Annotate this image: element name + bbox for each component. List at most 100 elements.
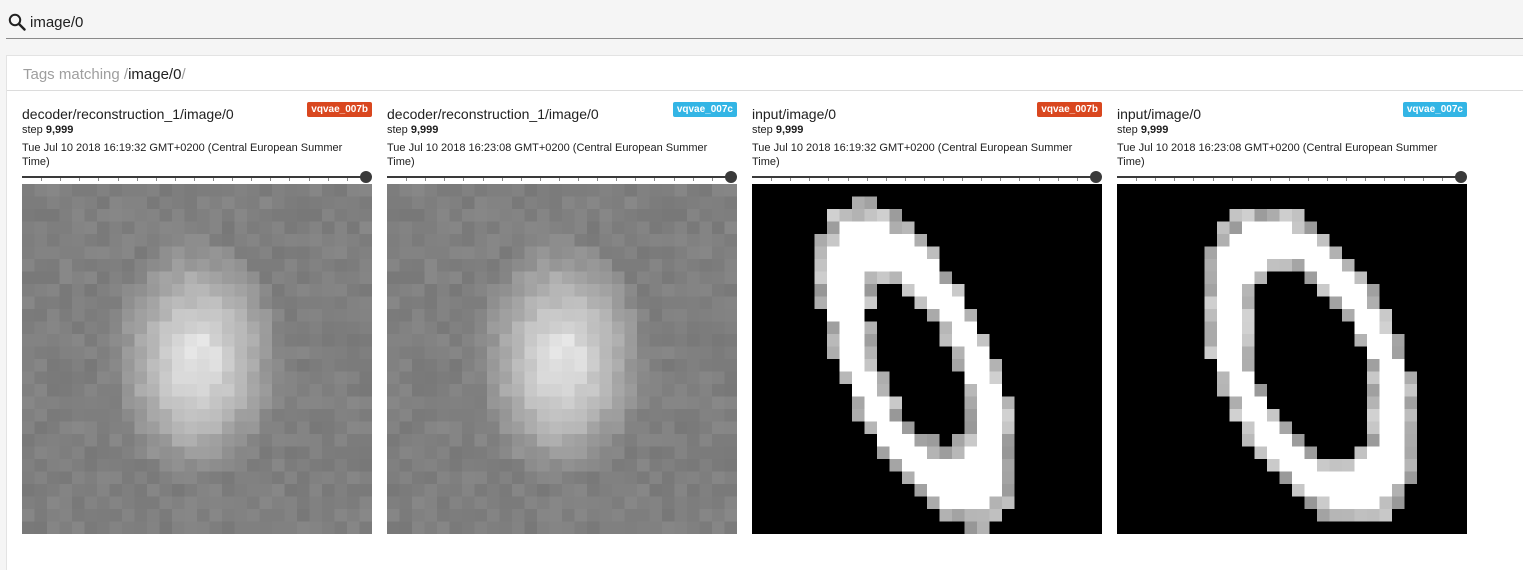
image-pixel	[612, 446, 625, 460]
image-pixel	[1267, 284, 1280, 297]
image-pixel	[234, 309, 248, 322]
image-pixel	[222, 359, 235, 372]
image-pixel	[549, 496, 563, 510]
image-pixel	[839, 509, 853, 522]
image-pixel	[284, 509, 298, 522]
image-pixel	[877, 271, 890, 285]
image-canvas[interactable]	[22, 184, 372, 534]
image-pixel	[752, 296, 765, 310]
image-pixel	[864, 321, 878, 335]
image-pixel	[877, 246, 890, 260]
search-icon[interactable]	[8, 13, 26, 31]
image-pixel	[1392, 221, 1405, 235]
image-pixel	[487, 421, 500, 435]
image-pixel	[939, 434, 953, 447]
image-pixel	[1002, 246, 1015, 260]
image-pixel	[462, 396, 475, 410]
image-pixel	[1429, 509, 1443, 522]
image-pixel	[122, 221, 135, 235]
image-pixel	[624, 509, 638, 522]
image-pixel	[1217, 434, 1230, 447]
tag-group-header[interactable]: Tags matching /image/0/	[7, 55, 1523, 91]
image-pixel	[537, 259, 550, 272]
image-pixel	[424, 221, 438, 235]
image-pixel	[234, 184, 248, 197]
slider-knob[interactable]	[360, 171, 372, 183]
image-pixel	[272, 521, 285, 534]
image-pixel	[827, 434, 840, 447]
slider-knob[interactable]	[1090, 171, 1102, 183]
slider-knob[interactable]	[1455, 171, 1467, 183]
image-pixel	[662, 321, 675, 335]
image-pixel	[1392, 471, 1405, 485]
image-pixel	[989, 334, 1003, 347]
image-pixel	[1292, 334, 1305, 347]
image-pixel	[222, 471, 235, 485]
image-pixel	[272, 446, 285, 460]
step-slider[interactable]	[752, 170, 1102, 184]
image-pixel	[222, 196, 235, 210]
image-pixel	[97, 384, 110, 397]
step-value: 9,999	[410, 124, 439, 136]
image-pixel	[1354, 346, 1368, 360]
image-pixel	[1142, 284, 1155, 297]
image-pixel	[1117, 384, 1130, 397]
image-pixel	[399, 309, 413, 322]
image-pixel	[574, 209, 588, 222]
image-pixel	[599, 259, 613, 272]
search-input[interactable]	[30, 10, 630, 34]
image-pixel	[1404, 496, 1418, 510]
image-pixel	[512, 346, 525, 360]
image-pixel	[1027, 496, 1040, 510]
step-slider[interactable]	[22, 170, 372, 184]
image-pixel	[1354, 271, 1368, 285]
image-pixel	[234, 284, 248, 297]
image-pixel	[1154, 296, 1168, 310]
image-pixel	[549, 234, 563, 247]
image-pixel	[209, 321, 223, 335]
image-pixel	[964, 421, 978, 435]
image-pixel	[1417, 384, 1430, 397]
image-pixel	[297, 471, 310, 485]
image-pixel	[914, 359, 928, 372]
image-pixel	[97, 396, 110, 410]
image-pixel	[1367, 309, 1380, 322]
slider-knob[interactable]	[725, 171, 737, 183]
image-pixel	[587, 309, 600, 322]
image-pixel	[172, 234, 185, 247]
image-pixel	[59, 209, 73, 222]
image-pixel	[599, 371, 613, 385]
image-pixel	[109, 521, 123, 534]
image-pixel	[827, 509, 840, 522]
image-pixel	[1217, 221, 1230, 235]
image-pixel	[777, 271, 790, 285]
image-pixel	[964, 384, 978, 397]
image-canvas[interactable]	[1117, 184, 1467, 534]
image-pixel	[437, 496, 450, 510]
image-pixel	[1254, 509, 1268, 522]
image-pixel	[537, 471, 550, 485]
image-pixel	[952, 421, 965, 435]
image-pixel	[1367, 221, 1380, 235]
step-slider[interactable]	[387, 170, 737, 184]
image-pixel	[687, 296, 700, 310]
image-pixel	[752, 459, 765, 472]
image-pixel	[1204, 284, 1218, 297]
image-pixel	[1142, 221, 1155, 235]
image-pixel	[259, 296, 273, 310]
image-pixel	[977, 184, 990, 197]
step-slider[interactable]	[1117, 170, 1467, 184]
image-pixel	[499, 221, 513, 235]
image-pixel	[449, 471, 463, 485]
image-pixel	[989, 234, 1003, 247]
image-pixel	[852, 509, 865, 522]
image-pixel	[34, 446, 48, 460]
image-pixel	[1229, 321, 1243, 335]
image-canvas[interactable]	[387, 184, 737, 534]
slider-tick	[1136, 178, 1138, 181]
image-pixel	[1254, 196, 1268, 210]
image-pixel	[284, 359, 298, 372]
image-pixel	[512, 434, 525, 447]
image-canvas[interactable]	[752, 184, 1102, 534]
image-pixel	[952, 196, 965, 210]
